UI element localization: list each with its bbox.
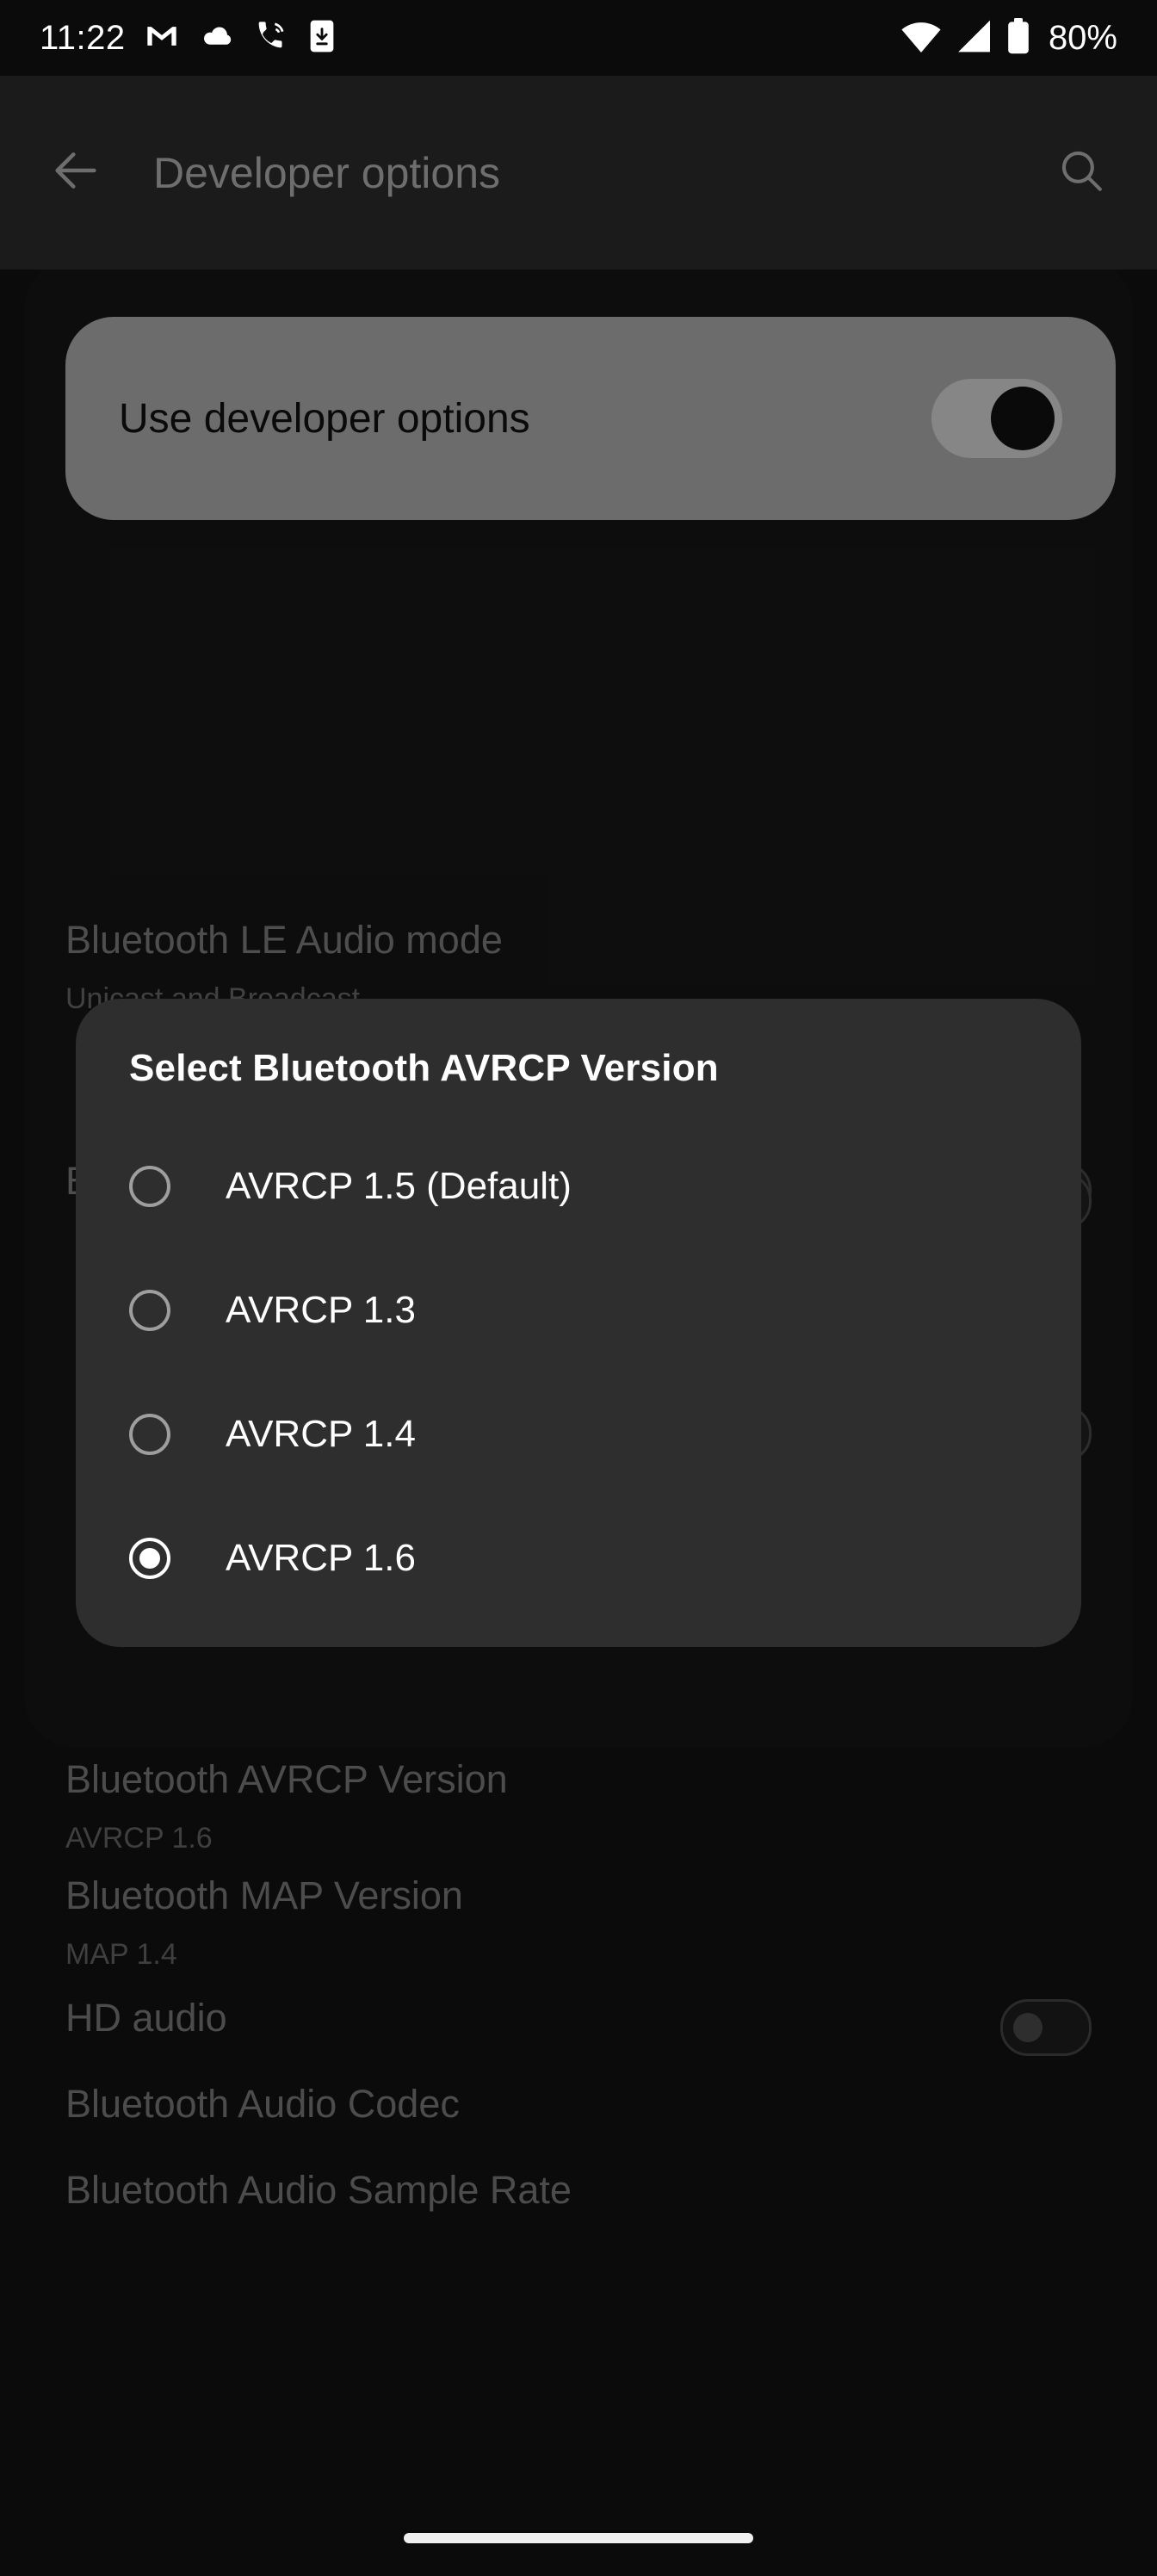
radio-option-label: AVRCP 1.3: [226, 1289, 416, 1331]
use-developer-options-switch[interactable]: [931, 379, 1062, 458]
radio-option-avrcp-1-5[interactable]: AVRCP 1.5 (Default): [76, 1124, 1081, 1248]
toggle-knob: [1013, 2013, 1043, 2042]
gmail-icon: [145, 19, 179, 58]
pref-title: Bluetooth MAP Version: [65, 1873, 463, 1917]
cellular-signal-icon: [956, 19, 993, 58]
toggle-knob: [991, 387, 1055, 450]
radio-option-avrcp-1-4[interactable]: AVRCP 1.4: [76, 1372, 1081, 1496]
battery-percent-label: 80%: [1048, 18, 1117, 57]
pref-title: Bluetooth Audio Codec: [65, 2082, 460, 2126]
back-button[interactable]: [34, 132, 117, 214]
phone-ringing-icon: [253, 19, 288, 58]
battery-icon: [1007, 17, 1030, 59]
status-bar: 11:22 80%: [0, 0, 1157, 76]
pref-text: Bluetooth MAP Version MAP 1.4: [65, 1867, 463, 1978]
list-item[interactable]: Bluetooth Audio Codec: [0, 2075, 1157, 2133]
radio-option-label: AVRCP 1.5 (Default): [226, 1165, 572, 1207]
status-bar-clock: 11:22: [40, 18, 126, 57]
wifi-icon: [900, 19, 942, 58]
gesture-nav-bar: [0, 2516, 1157, 2576]
page-title: Developer options: [153, 148, 501, 197]
pref-text: Bluetooth AVRCP Version AVRCP 1.6: [65, 1750, 508, 1861]
radio-option-label: AVRCP 1.4: [226, 1413, 416, 1455]
avrcp-version-dialog: Select Bluetooth AVRCP Version AVRCP 1.5…: [76, 999, 1081, 1647]
radio-option-avrcp-1-6[interactable]: AVRCP 1.6: [76, 1496, 1081, 1620]
pref-title: HD audio: [65, 1996, 227, 2040]
list-item[interactable]: Bluetooth Audio Sample Rate: [0, 2161, 1157, 2219]
radio-button-selected-icon: [129, 1538, 170, 1579]
radio-button-icon: [129, 1414, 170, 1455]
gesture-home-handle[interactable]: [404, 2533, 753, 2543]
app-bar: Developer options: [0, 76, 1157, 269]
search-button[interactable]: [1040, 132, 1123, 214]
pref-title: Bluetooth Audio Sample Rate: [65, 2168, 572, 2212]
radio-option-label: AVRCP 1.6: [226, 1537, 416, 1579]
status-bar-right: 80%: [900, 17, 1117, 59]
pref-text: Bluetooth Audio Sample Rate: [65, 2161, 572, 2219]
radio-button-icon: [129, 1166, 170, 1207]
phone-download-icon: [306, 19, 337, 58]
radio-option-avrcp-1-3[interactable]: AVRCP 1.3: [76, 1248, 1081, 1372]
android-screen: 11:22 80% Developer options Bluetooth LE…: [0, 0, 1157, 2576]
dialog-title: Select Bluetooth AVRCP Version: [129, 1047, 719, 1089]
pref-text: Bluetooth Audio Codec: [65, 2075, 460, 2133]
list-item[interactable]: HD audio: [0, 1989, 1157, 2056]
status-bar-left: 11:22: [40, 18, 337, 59]
cloud-icon: [198, 18, 234, 59]
pref-summary: MAP 1.4: [65, 1938, 177, 1971]
list-item[interactable]: Bluetooth MAP Version MAP 1.4: [0, 1867, 1157, 1978]
search-icon: [1056, 146, 1106, 200]
list-item[interactable]: Bluetooth AVRCP Version AVRCP 1.6: [0, 1750, 1157, 1861]
arrow-back-icon: [48, 143, 103, 202]
use-developer-options-label: Use developer options: [119, 395, 530, 442]
radio-button-icon: [129, 1290, 170, 1331]
use-developer-options-card[interactable]: Use developer options: [65, 317, 1116, 520]
pref-text: HD audio: [65, 1989, 227, 2047]
pref-title: Bluetooth AVRCP Version: [65, 1757, 508, 1801]
pref-summary: AVRCP 1.6: [65, 1822, 213, 1855]
toggle-switch[interactable]: [1000, 1999, 1092, 2056]
pref-title: Bluetooth LE Audio mode: [65, 918, 503, 962]
